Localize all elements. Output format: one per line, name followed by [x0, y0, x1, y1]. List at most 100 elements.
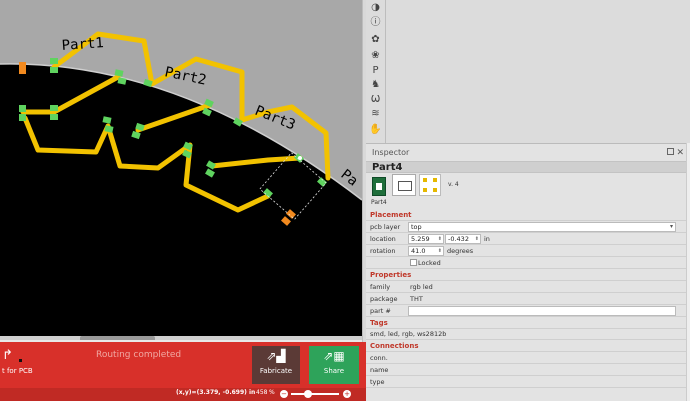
connections-section-title: Connections: [366, 340, 686, 352]
pcb-layer-select[interactable]: top ▾: [408, 222, 676, 232]
close-icon[interactable]: ✕: [676, 145, 684, 162]
route-dot-icon: [19, 359, 22, 362]
share-button[interactable]: ⇗▦ Share: [309, 346, 359, 384]
autoroute-label: t for PCB: [2, 367, 33, 375]
rotation-unit: degrees: [447, 247, 474, 255]
factory-icon: ⇗▟: [266, 349, 286, 363]
location-y-input[interactable]: -0.432 ⬍: [445, 234, 481, 244]
scrollbar-thumb[interactable]: [80, 336, 155, 340]
routing-status: Routing completed: [96, 350, 182, 360]
spinner-icon[interactable]: ⬍: [438, 247, 442, 255]
part-label: Part1: [61, 35, 104, 54]
status-bar: (x,y)=(3.379, -0.699) in 458 % − +: [0, 388, 366, 401]
spinner-icon[interactable]: ⬍: [475, 235, 479, 243]
conn-row: conn.: [366, 352, 686, 364]
spinner-icon[interactable]: ⬍: [438, 235, 442, 243]
autoroute-button[interactable]: ↱ t for PCB: [0, 342, 33, 388]
inspector-title: Inspector: [372, 148, 410, 157]
pcb-layer-label: pcb layer: [370, 223, 401, 231]
part-number-row: part #: [366, 305, 686, 317]
bin-tab-strip: ◑ ⓘ ✿ ❀ P ♞ Ѡ ≋ ✋: [366, 0, 385, 143]
family-value: rgb led: [410, 283, 433, 291]
part-number-input[interactable]: [408, 306, 676, 316]
family-row: family rgb led: [366, 281, 686, 293]
part-label: Part2: [163, 64, 208, 88]
package-value: THT: [410, 295, 423, 303]
pad: [50, 67, 58, 73]
intel-icon[interactable]: ⓘ: [366, 15, 385, 30]
rotation-input[interactable]: 41.0 ⬍: [408, 246, 444, 256]
sparkfun-icon[interactable]: ◑: [366, 0, 385, 15]
tags-section-title: Tags: [366, 317, 686, 329]
route-icon: ↱: [2, 348, 13, 363]
part-number-label: part #: [370, 307, 391, 315]
pad-icon: [423, 188, 427, 192]
location-row: location 5.259 ⬍ -0.432 ⬍ in: [366, 233, 686, 245]
bin-divider: [385, 0, 386, 143]
type-row: type: [366, 376, 686, 388]
pcb-view-image[interactable]: [419, 174, 441, 196]
app-window: Part1 Part2 Part3 Pa ↱ t for PCB Routing…: [0, 0, 690, 401]
location-x-input[interactable]: 5.259 ⬍: [408, 234, 444, 244]
moose-icon[interactable]: ♞: [366, 77, 385, 92]
zoom-out-button[interactable]: −: [280, 390, 288, 398]
pad-icon: [433, 178, 437, 182]
horizontal-scrollbar[interactable]: [0, 336, 362, 340]
inspector-scrollbar[interactable]: [686, 143, 690, 401]
lilypad-icon[interactable]: Ѡ: [366, 92, 385, 107]
rotation-row: rotation 41.0 ⬍ degrees: [366, 245, 686, 257]
selection-handle: [298, 156, 302, 160]
dark-flower-icon[interactable]: ❀: [366, 48, 385, 63]
name-label: name: [370, 366, 389, 374]
location-label: location: [370, 235, 396, 243]
zoom-slider[interactable]: [291, 390, 339, 398]
rotation-value: 41.0: [411, 247, 426, 255]
pcb-drawing[interactable]: Part1 Part2 Part3 Pa: [0, 0, 362, 340]
bottom-toolbar: ↱ t for PCB Routing completed ⇗▟ Fabrica…: [0, 342, 366, 388]
inspector-panel: Inspector ✕ Part4 v. 4 Part4 Placement p…: [366, 143, 686, 401]
part-images: v. 4 Part4: [366, 173, 686, 209]
pad: [50, 105, 58, 111]
fabricate-button[interactable]: ⇗▟ Fabricate: [252, 346, 300, 384]
location-x-value: 5.259: [411, 235, 430, 243]
part-image-caption: Part4: [371, 199, 387, 206]
pa-icon[interactable]: P: [366, 63, 385, 78]
pad-icon: [433, 188, 437, 192]
pad: [19, 105, 26, 112]
breadboard-view-image[interactable]: [372, 177, 386, 196]
float-panel-icon[interactable]: [667, 148, 674, 155]
name-row: name: [366, 364, 686, 376]
seeed-flower-icon[interactable]: ✿: [366, 32, 385, 47]
pad: [50, 114, 58, 120]
part-title: Part4: [366, 161, 686, 173]
fabricate-label: Fabricate: [259, 367, 293, 375]
pad: [19, 62, 26, 74]
location-unit[interactable]: in: [484, 235, 490, 243]
pcb-canvas[interactable]: Part1 Part2 Part3 Pa: [0, 0, 362, 340]
share-label: Share: [323, 367, 345, 375]
location-y-value: -0.432: [448, 235, 469, 243]
inspector-header: Inspector ✕: [366, 144, 686, 161]
cursor-coordinates: (x,y)=(3.379, -0.699) in: [176, 389, 256, 396]
hand-icon[interactable]: ✋: [366, 122, 385, 137]
pad: [50, 58, 58, 64]
part-version: v. 4: [448, 181, 459, 188]
tags-value: smd, led, rgb, ws2812b: [366, 329, 686, 340]
placement-section-title: Placement: [366, 209, 686, 221]
package-label: package: [370, 295, 398, 303]
schematic-view-image[interactable]: [392, 174, 416, 196]
share-icon: ⇗▦: [323, 349, 345, 363]
zoom-level[interactable]: 458: [256, 389, 267, 396]
locked-checkbox[interactable]: [410, 259, 417, 266]
parts-bin: ◑ ⓘ ✿ ❀ P ♞ Ѡ ≋ ✋: [366, 0, 690, 143]
pcb-layer-value: top: [411, 223, 422, 231]
properties-section-title: Properties: [366, 269, 686, 281]
zoom-slider-knob[interactable]: [303, 390, 312, 398]
package-row: package THT: [366, 293, 686, 305]
zoom-in-button[interactable]: +: [343, 390, 351, 398]
type-label: type: [370, 378, 385, 386]
seeed-icon[interactable]: ≋: [366, 106, 385, 121]
conn-label: conn.: [370, 354, 388, 362]
locked-label: Locked: [418, 259, 441, 267]
zoom-unit: %: [269, 389, 275, 396]
